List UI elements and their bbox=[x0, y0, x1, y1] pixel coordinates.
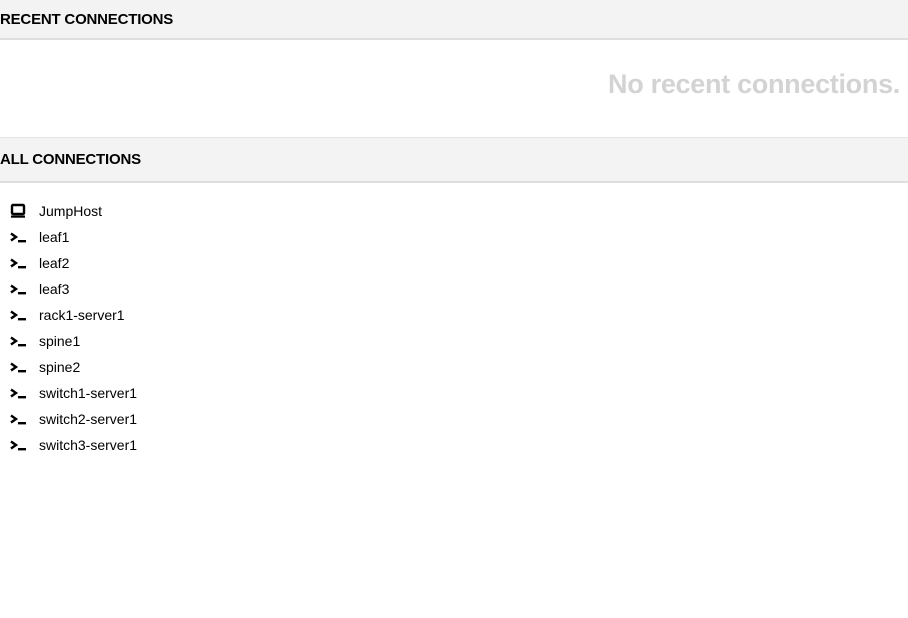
connection-label: switch2-server1 bbox=[39, 411, 138, 427]
no-recent-connections-message: No recent connections. bbox=[608, 69, 900, 99]
connection-item-jumphost[interactable]: JumpHost bbox=[0, 198, 908, 224]
connection-label: rack1-server1 bbox=[39, 307, 125, 323]
recent-connections-header: RECENT CONNECTIONS bbox=[0, 0, 908, 40]
terminal-icon bbox=[0, 333, 39, 349]
connection-item-switch1-server1[interactable]: switch1-server1 bbox=[0, 380, 908, 406]
connection-item-spine2[interactable]: spine2 bbox=[0, 354, 908, 380]
terminal-icon bbox=[0, 255, 39, 271]
connection-item-leaf2[interactable]: leaf2 bbox=[0, 250, 908, 276]
connection-label: spine2 bbox=[39, 359, 81, 375]
all-connections-title: ALL CONNECTIONS bbox=[0, 151, 141, 168]
terminal-icon bbox=[0, 411, 39, 427]
connection-label: leaf3 bbox=[39, 281, 70, 297]
terminal-icon bbox=[0, 385, 39, 401]
terminal-icon bbox=[0, 437, 39, 453]
terminal-icon bbox=[0, 229, 39, 245]
connection-label: switch3-server1 bbox=[39, 437, 138, 453]
connection-item-leaf3[interactable]: leaf3 bbox=[0, 276, 908, 302]
terminal-icon bbox=[0, 281, 39, 297]
connection-label: leaf2 bbox=[39, 255, 70, 271]
connection-label: spine1 bbox=[39, 333, 81, 349]
connection-item-leaf1[interactable]: leaf1 bbox=[0, 224, 908, 250]
terminal-icon bbox=[0, 307, 39, 323]
recent-connections-panel: No recent connections. bbox=[0, 40, 908, 137]
desktop-icon bbox=[0, 203, 39, 219]
connection-item-spine1[interactable]: spine1 bbox=[0, 328, 908, 354]
connection-item-rack1-server1[interactable]: rack1-server1 bbox=[0, 302, 908, 328]
connection-item-switch2-server1[interactable]: switch2-server1 bbox=[0, 406, 908, 432]
connection-label: leaf1 bbox=[39, 229, 70, 245]
terminal-icon bbox=[0, 359, 39, 375]
recent-connections-title: RECENT CONNECTIONS bbox=[0, 10, 174, 28]
all-connections-header: ALL CONNECTIONS bbox=[0, 137, 908, 183]
connection-item-switch3-server1[interactable]: switch3-server1 bbox=[0, 432, 908, 458]
connection-label: JumpHost bbox=[39, 203, 103, 219]
connections-list: JumpHost leaf1 leaf2 leaf3 rack1-server1… bbox=[0, 183, 908, 458]
connection-label: switch1-server1 bbox=[39, 385, 138, 401]
